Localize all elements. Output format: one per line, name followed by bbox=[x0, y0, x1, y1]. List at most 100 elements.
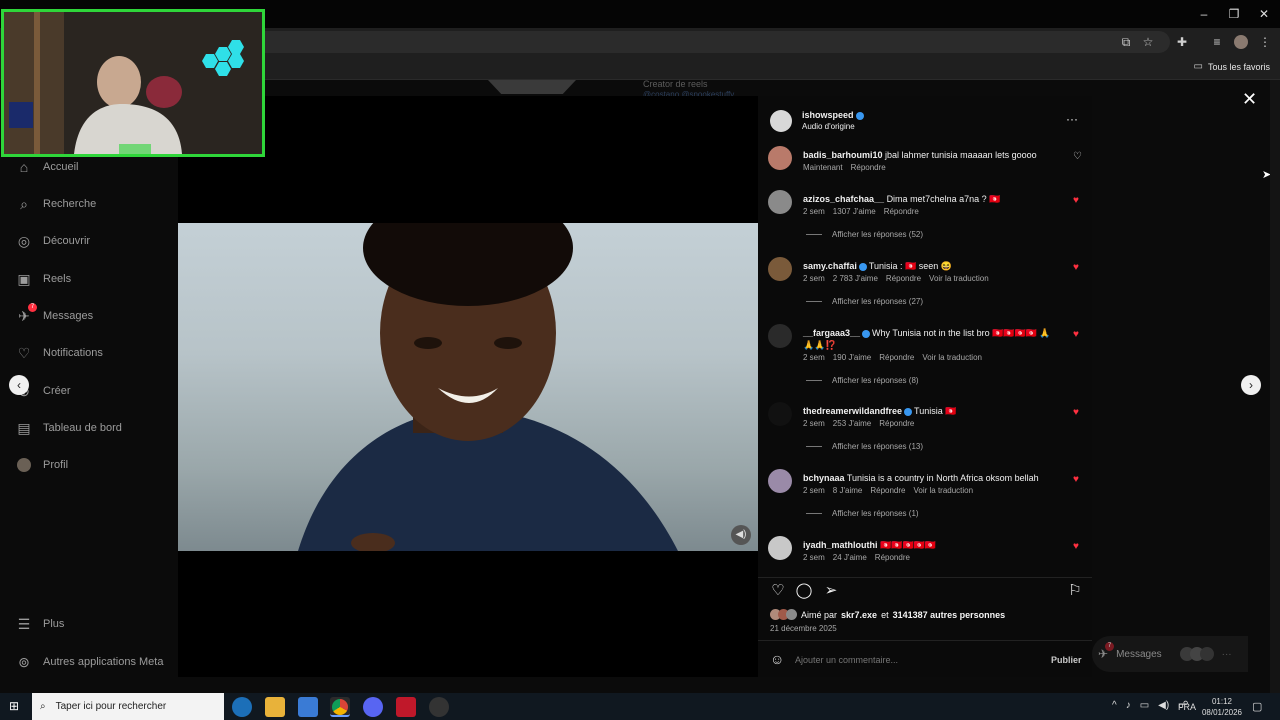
reply-button[interactable]: Répondre bbox=[879, 419, 914, 428]
commenter-avatar[interactable] bbox=[768, 190, 792, 214]
commenter-avatar[interactable] bbox=[768, 402, 792, 426]
sidebar-item-create[interactable]: ⊕ Créer bbox=[16, 380, 176, 402]
comment-like-heart-icon[interactable]: ♥ bbox=[1073, 407, 1079, 418]
comment-likes[interactable]: 253 J'aime bbox=[833, 419, 871, 428]
comment-likes[interactable]: 2 783 J'aime bbox=[833, 274, 878, 283]
commenter-avatar[interactable] bbox=[768, 324, 792, 348]
omnibox[interactable] bbox=[150, 31, 1170, 53]
reply-button[interactable]: Répondre bbox=[851, 163, 886, 172]
next-arrow-icon[interactable]: › bbox=[1241, 375, 1261, 395]
reply-button[interactable]: Répondre bbox=[879, 353, 914, 362]
see-translation-link[interactable]: Voir la traduction bbox=[922, 353, 982, 362]
commenter-username[interactable]: azizos_chafchaa__ bbox=[803, 194, 884, 204]
clock[interactable]: 01:12 08/01/2026 bbox=[1200, 696, 1244, 718]
reply-button[interactable]: Répondre bbox=[875, 553, 910, 562]
floating-messages-button[interactable]: ✈ 7 Messages ··· bbox=[1092, 636, 1248, 672]
more-dots-icon[interactable]: ··· bbox=[1222, 649, 1232, 660]
comment-input[interactable] bbox=[795, 653, 1035, 667]
author-username[interactable]: ishowspeed bbox=[802, 110, 854, 120]
comment-like-heart-icon[interactable]: ♥ bbox=[1073, 262, 1079, 273]
reply-button[interactable]: Répondre bbox=[870, 486, 905, 495]
comment-like-heart-icon[interactable]: ♥ bbox=[1073, 329, 1079, 340]
file-explorer-icon[interactable] bbox=[265, 697, 285, 717]
commenter-avatar[interactable] bbox=[768, 469, 792, 493]
comment-like-heart-icon[interactable]: ♥ bbox=[1073, 541, 1079, 552]
microphone-icon[interactable]: ♪ bbox=[1126, 700, 1131, 711]
sidebar-item-home[interactable]: ⌂ Accueil bbox=[16, 156, 176, 178]
notification-center-icon[interactable]: ▢ bbox=[1252, 700, 1262, 713]
original-audio-label[interactable]: Audio d'origine bbox=[802, 122, 855, 131]
language-indicator[interactable]: FRA bbox=[1178, 702, 1196, 712]
view-replies-link[interactable]: Afficher les réponses (27) bbox=[806, 297, 923, 306]
comment-likes[interactable]: 8 J'aime bbox=[833, 486, 863, 495]
commenter-username[interactable]: __fargaaa3__ bbox=[803, 328, 860, 338]
extensions-icon[interactable]: ✚ bbox=[1174, 34, 1190, 50]
author-avatar[interactable] bbox=[770, 110, 792, 132]
see-translation-link[interactable]: Voir la traduction bbox=[913, 486, 973, 495]
likes-count[interactable]: 3141387 autres personnes bbox=[893, 610, 1006, 620]
windows-start-icon[interactable]: ⊞ bbox=[9, 700, 22, 713]
close-icon[interactable]: ✕ bbox=[1242, 89, 1257, 110]
reply-button[interactable]: Répondre bbox=[884, 207, 919, 216]
commenter-username[interactable]: samy.chaffai bbox=[803, 261, 857, 271]
volume-icon[interactable]: ◀) bbox=[1158, 700, 1169, 711]
comment-like-heart-icon[interactable]: ♡ bbox=[1073, 151, 1082, 162]
comment-likes[interactable]: 24 J'aime bbox=[833, 553, 867, 562]
obs-icon[interactable] bbox=[429, 697, 449, 717]
comment-likes[interactable]: 1307 J'aime bbox=[833, 207, 876, 216]
browser-menu-icon[interactable]: ⋮ bbox=[1257, 34, 1273, 50]
commenter-username[interactable]: badis_barhoumi10 bbox=[803, 150, 883, 160]
liked-by-user[interactable]: skr7.exe bbox=[841, 610, 877, 620]
emoji-icon[interactable]: ☺ bbox=[770, 651, 784, 667]
network-icon[interactable]: ▭ bbox=[1140, 700, 1149, 711]
chrome-icon[interactable] bbox=[330, 697, 350, 717]
comment-icon[interactable]: ◯ bbox=[795, 582, 813, 600]
sidebar-item-meta-apps[interactable]: ⊚ Autres applications Meta bbox=[16, 651, 176, 673]
sidebar-item-messages[interactable]: ✈ 7 Messages bbox=[16, 303, 176, 327]
sidebar-item-reels[interactable]: ▣ Reels bbox=[16, 268, 176, 290]
reply-button[interactable]: Répondre bbox=[886, 274, 921, 283]
tray-chevron-icon[interactable]: ^ bbox=[1112, 700, 1117, 711]
commenter-avatar[interactable] bbox=[768, 536, 792, 560]
comment-likes[interactable]: 190 J'aime bbox=[833, 353, 871, 362]
restore-icon[interactable]: ❐ bbox=[1226, 6, 1242, 22]
view-replies-link[interactable]: Afficher les réponses (1) bbox=[806, 509, 919, 518]
discord-icon[interactable] bbox=[363, 697, 383, 717]
bookmark-icon[interactable]: ⚐ bbox=[1066, 582, 1084, 600]
view-replies-link[interactable]: Afficher les réponses (52) bbox=[806, 230, 923, 239]
view-replies-link[interactable]: Afficher les réponses (8) bbox=[806, 376, 919, 385]
like-heart-icon[interactable]: ♡ bbox=[769, 582, 787, 600]
commenter-username[interactable]: bchynaaa bbox=[803, 473, 845, 483]
media-control-icon[interactable]: ≡ bbox=[1209, 34, 1225, 50]
commenter-avatar[interactable] bbox=[768, 257, 792, 281]
commenter-username[interactable]: thedreamerwildandfree bbox=[803, 406, 902, 416]
post-author[interactable]: ishowspeed bbox=[802, 109, 866, 121]
commenter-username[interactable]: iyadh_mathlouthi bbox=[803, 540, 878, 550]
store-icon[interactable] bbox=[298, 697, 318, 717]
streaming-app-icon[interactable] bbox=[396, 697, 416, 717]
minimize-icon[interactable]: – bbox=[1196, 6, 1212, 22]
see-translation-link[interactable]: Voir la traduction bbox=[929, 274, 989, 283]
sidebar-item-search[interactable]: ⌕ Recherche bbox=[16, 193, 176, 215]
profile-icon[interactable] bbox=[1233, 34, 1249, 50]
more-options-icon[interactable]: ··· bbox=[1066, 112, 1078, 126]
sidebar-item-dashboard[interactable]: ▤ Tableau de bord bbox=[16, 417, 176, 439]
close-window-icon[interactable]: ✕ bbox=[1256, 6, 1272, 22]
commenter-avatar[interactable] bbox=[768, 146, 792, 170]
star-icon[interactable]: ☆ bbox=[1140, 34, 1156, 50]
publish-button[interactable]: Publier bbox=[1051, 655, 1082, 665]
sidebar-item-notifications[interactable]: ♡ Notifications bbox=[16, 342, 176, 364]
edge-icon[interactable] bbox=[232, 697, 252, 717]
all-favorites-link[interactable]: ▭ Tous les favoris bbox=[1194, 61, 1270, 72]
previous-arrow-icon[interactable]: ‹ bbox=[9, 375, 29, 395]
mute-toggle-icon[interactable]: ◀) bbox=[731, 525, 751, 545]
comment-like-heart-icon[interactable]: ♥ bbox=[1073, 474, 1079, 485]
sidebar-item-explore[interactable]: ◎ Découvrir bbox=[16, 230, 176, 252]
share-icon[interactable]: ➢ bbox=[822, 582, 840, 600]
page-scrollbar[interactable] bbox=[1270, 80, 1280, 693]
view-replies-link[interactable]: Afficher les réponses (13) bbox=[806, 442, 923, 451]
install-app-icon[interactable]: ⧉ bbox=[1118, 34, 1134, 50]
sidebar-item-profile[interactable]: Profil bbox=[16, 454, 176, 476]
comment-like-heart-icon[interactable]: ♥ bbox=[1073, 195, 1079, 206]
sidebar-item-more[interactable]: ☰ Plus bbox=[16, 613, 176, 635]
